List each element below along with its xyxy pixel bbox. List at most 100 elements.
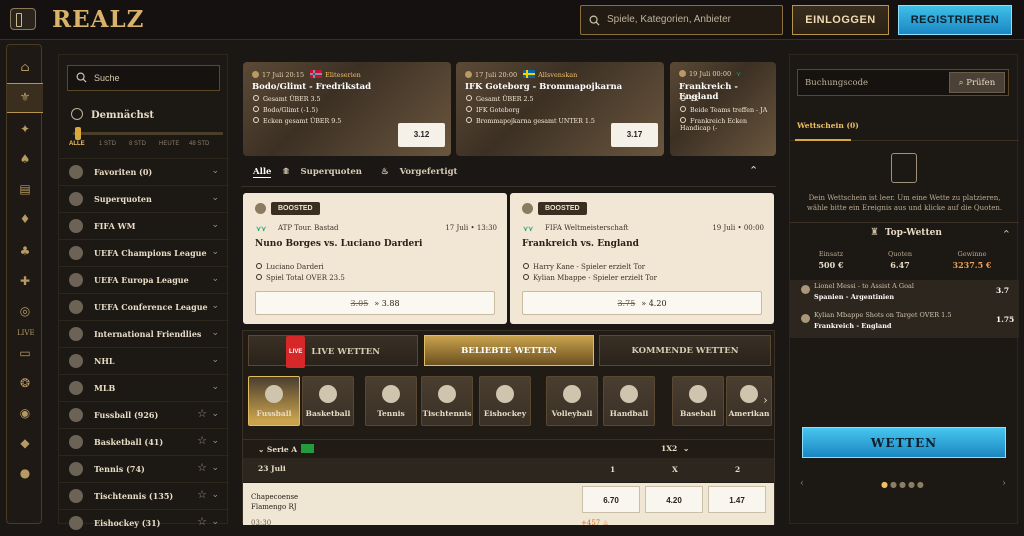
odds-button-2[interactable]: 1.47	[708, 486, 766, 513]
chevron-left-icon[interactable]: ‹	[800, 478, 804, 489]
sport-tab[interactable]: Handball	[603, 376, 655, 426]
chevron-down-icon[interactable]: ⌄	[211, 463, 219, 473]
chevron-down-icon[interactable]: ⌄	[211, 193, 219, 203]
chevron-right-icon[interactable]: ›	[1002, 478, 1006, 489]
chevron-up-icon[interactable]: ⌃	[749, 164, 758, 177]
logo[interactable]: REALZ	[52, 6, 144, 33]
top-bet-row[interactable]: Lionel Messi - to Assist A Goal Spanien -…	[801, 282, 1009, 301]
chevron-up-icon[interactable]: ⌃	[1002, 228, 1011, 241]
sport-tab[interactable]: Volleyball	[546, 376, 598, 426]
tab-live-wetten[interactable]: LIVE LIVE WETTEN	[248, 335, 418, 368]
booking-code-input[interactable]: Buchungscode ⌕ Prüfen	[797, 69, 1009, 96]
odds-button-x[interactable]: 4.20	[645, 486, 703, 513]
chevron-down-icon[interactable]: ⌄	[211, 274, 219, 284]
star-icon[interactable]: ☆	[197, 434, 207, 447]
login-button[interactable]: EINLOGGEN	[792, 5, 889, 35]
tab-superquoten[interactable]: ⟰ Superquoten	[282, 167, 370, 177]
sport-tab[interactable]: Baseball	[672, 376, 724, 426]
tick-1h[interactable]: 1 STD	[99, 141, 129, 147]
sports-icon[interactable]: ⚜	[17, 89, 33, 105]
chevron-down-icon[interactable]: ⌄	[211, 382, 219, 392]
sidebar-item[interactable]: Basketball (41) ☆ ⌄	[59, 428, 229, 455]
tick-8h[interactable]: 8 STD	[129, 141, 159, 147]
boosted-card[interactable]: BOOSTED ⋎⋎ ATP Tour. Bastad 17 Juli • 13:…	[243, 193, 507, 324]
star-icon[interactable]: ☆	[197, 515, 207, 528]
sidebar-item[interactable]: Fussball (926) ☆ ⌄	[59, 401, 229, 428]
chevron-down-icon[interactable]: ⌄	[211, 301, 219, 311]
chevron-down-icon[interactable]: ⌄	[211, 517, 219, 527]
tick-all[interactable]: ALLE	[69, 141, 99, 147]
trophy-icon[interactable]: ✚	[17, 273, 33, 289]
sidebar-toggle-button[interactable]	[10, 8, 36, 30]
tick-48h[interactable]: 48 STD	[189, 141, 219, 147]
tv-icon[interactable]: ▭	[17, 345, 33, 361]
chevron-down-icon[interactable]: ⌄	[211, 355, 219, 365]
hero-odds-button[interactable]: 3.17	[611, 123, 658, 147]
sport-tab[interactable]: Fussball	[248, 376, 300, 426]
sports-search-input[interactable]: Suche	[67, 65, 220, 91]
market-chevron-icon[interactable]: ⌄	[683, 444, 689, 453]
chevron-down-icon[interactable]: ⌄	[211, 220, 219, 230]
tab-all[interactable]: Alle	[253, 167, 272, 178]
sidebar-item[interactable]: FIFA WM ⌄	[59, 212, 229, 239]
dot-active[interactable]: ●	[881, 480, 890, 489]
sidebar-item[interactable]: Tennis (74) ☆ ⌄	[59, 455, 229, 482]
tick-today[interactable]: HEUTE	[159, 141, 189, 147]
boosted-odds-button[interactable]: 3.05 » 3.88	[255, 291, 495, 315]
register-button[interactable]: REGISTRIEREN	[898, 5, 1012, 35]
top-bet-row[interactable]: Kylian Mbappe Shots on Target OVER 1.5 Fr…	[801, 311, 1014, 330]
sport-tab[interactable]: Tischtennis	[421, 376, 473, 426]
sidebar-item[interactable]: Eishockey (31) ☆ ⌄	[59, 509, 229, 536]
time-filter-slider[interactable]	[73, 127, 223, 140]
sidebar-item[interactable]: UEFA Europa League ⌄	[59, 266, 229, 293]
sport-tab[interactable]: Tennis	[365, 376, 417, 426]
football-icon[interactable]: ◎	[17, 303, 33, 319]
sidebar-item[interactable]: UEFA Conference League ⌄	[59, 293, 229, 320]
sidebar-item[interactable]: Tischtennis (135) ☆ ⌄	[59, 482, 229, 509]
more-markets[interactable]: +457 ♨	[581, 519, 609, 527]
place-bet-button[interactable]: WETTEN	[802, 427, 1006, 458]
hero-odds-button[interactable]: 3.12	[398, 123, 445, 147]
star-icon[interactable]: ☆	[197, 407, 207, 420]
sidebar-item[interactable]: International Friendlies ⌄	[59, 320, 229, 347]
star-icon[interactable]: ☆	[197, 461, 207, 474]
chevron-down-icon[interactable]: ⌄	[211, 166, 219, 176]
tab-kommende-wetten[interactable]: KOMMENDE WETTEN	[599, 335, 771, 366]
sport-tab[interactable]: Basketball	[302, 376, 354, 426]
boosted-odds-button[interactable]: 3.75 » 4.20	[522, 291, 762, 315]
hero-card[interactable]: 17 Juli 20:00 Allsvenskan IFK Goteborg - …	[456, 62, 664, 156]
chip-icon[interactable]: ◉	[17, 405, 33, 421]
tab-vorgefertigt[interactable]: ♨ Vorgefertigt	[381, 167, 465, 177]
check-code-button[interactable]: ⌕ Prüfen	[949, 72, 1005, 93]
sidebar-item[interactable]: UEFA Champions League ⌄	[59, 239, 229, 266]
tab-beliebte-wetten[interactable]: BELIEBTE WETTEN	[424, 335, 594, 366]
cards-icon[interactable]: ♦	[17, 211, 33, 227]
slots-icon[interactable]: ▤	[17, 181, 33, 197]
casino-icon[interactable]: ♠	[17, 151, 33, 167]
clover-icon[interactable]: ♣	[17, 243, 33, 259]
chevron-down-icon[interactable]: ⌄	[211, 490, 219, 500]
chevron-right-icon[interactable]: ›	[763, 393, 768, 407]
chevron-down-icon[interactable]: ⌄	[211, 409, 219, 419]
slider-knob[interactable]	[75, 127, 81, 140]
star-icon[interactable]: ☆	[197, 488, 207, 501]
chat-icon[interactable]: ●	[17, 465, 33, 481]
league-chevron-icon[interactable]: ⌄	[258, 445, 267, 454]
home-icon[interactable]: ⌂	[17, 59, 33, 75]
betslip-tab[interactable]: Wettschein (0)	[797, 121, 859, 130]
boosted-card[interactable]: BOOSTED ⋎⋎ FIFA Weltmeisterschaft 19 Juli…	[510, 193, 774, 324]
chevron-down-icon[interactable]: ⌄	[211, 328, 219, 338]
hero-card[interactable]: 17 Juli 20:15 Eliteserien Bodo/Glimt - Fr…	[243, 62, 451, 156]
poker-icon[interactable]: ◆	[17, 435, 33, 451]
medal-icon[interactable]: ❂	[17, 375, 33, 391]
gift-icon[interactable]: ✦	[17, 121, 33, 137]
odds-button-1[interactable]: 6.70	[582, 486, 640, 513]
sidebar-item[interactable]: MLB ⌄	[59, 374, 229, 401]
search-input[interactable]: Spiele, Kategorien, Anbieter	[580, 5, 783, 35]
sidebar-item[interactable]: NHL ⌄	[59, 347, 229, 374]
sidebar-item[interactable]: Favoriten (0) ⌄	[59, 158, 229, 185]
hero-card[interactable]: 19 Juli 00:00 ⋎ Frankreich - England 1X B…	[670, 62, 776, 156]
live-icon[interactable]: LIVE	[17, 325, 35, 341]
chevron-down-icon[interactable]: ⌄	[211, 247, 219, 257]
sport-tab[interactable]: Eishockey	[479, 376, 531, 426]
